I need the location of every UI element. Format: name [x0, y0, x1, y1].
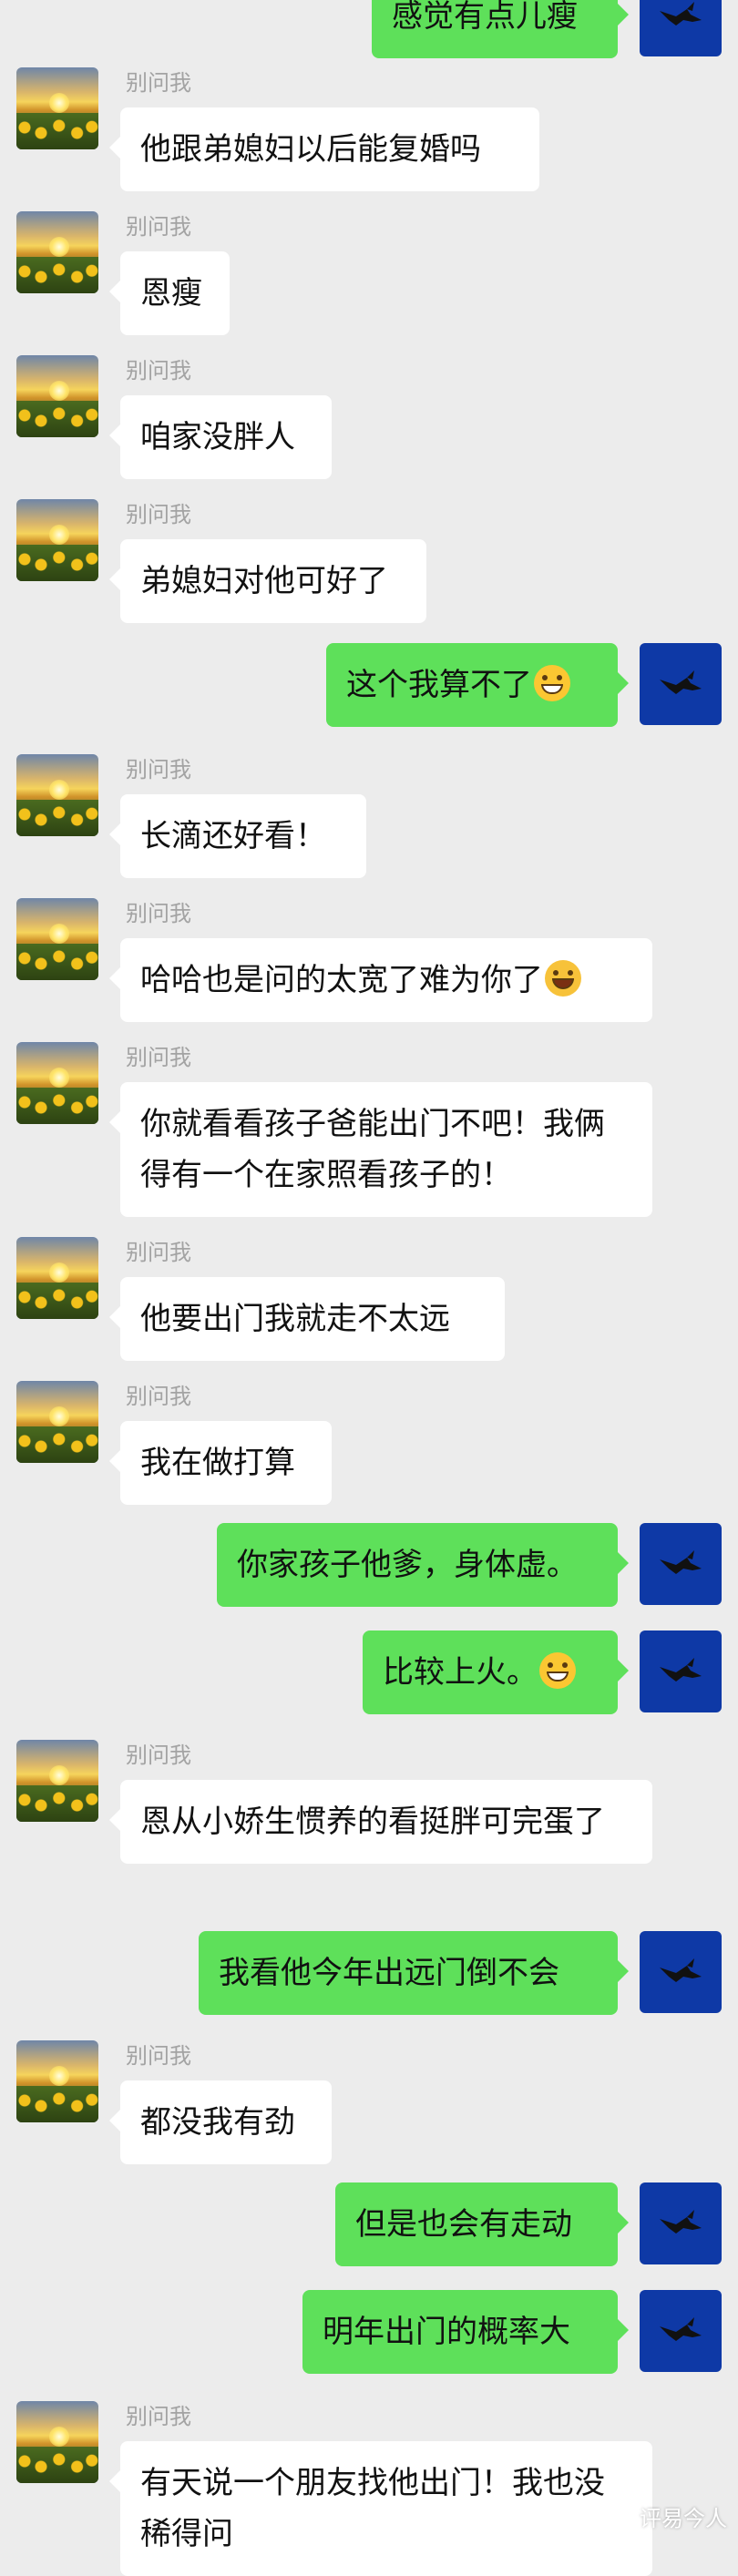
message-text: 我在做打算 [140, 1445, 295, 1481]
message-text: 都没我有劲 [140, 2104, 295, 2141]
incoming-message-bubble[interactable]: 你就看看孩子爸能出门不吧！我俩得有一个在家照看孩子的！ [109, 1082, 652, 1217]
incoming-message-bubble[interactable]: 都没我有劲 [109, 2080, 332, 2164]
sender-name: 别问我 [126, 358, 191, 383]
incoming-message-bubble[interactable]: 他要出门我就走不太远 [109, 1277, 505, 1361]
sunflower-avatar[interactable] [16, 211, 98, 293]
sunflower-avatar[interactable] [16, 499, 98, 581]
sender-name: 别问我 [126, 214, 191, 240]
outgoing-message-bubble[interactable]: 比较上火。 [363, 1630, 629, 1714]
incoming-message-bubble[interactable]: 咱家没胖人 [109, 395, 332, 479]
sunflower-avatar[interactable] [16, 898, 98, 980]
bird-avatar[interactable] [640, 1630, 722, 1712]
message-text: 他要出门我就走不太远 [140, 1301, 450, 1337]
incoming-message-bubble[interactable]: 有天说一个朋友找他出门！我也没稀得问 [109, 2441, 652, 2576]
incoming-message-bubble[interactable]: 恩从小娇生惯养的看挺胖可完蛋了 [109, 1780, 652, 1864]
message-text: 咱家没胖人 [140, 419, 295, 455]
sender-name: 别问我 [126, 502, 191, 527]
chat-area[interactable]: 感觉有点儿瘦 别问我 他跟弟媳妇以后能复婚吗 别问我 恩瘦 别问我 咱家没胖人 别问我 弟媳妇对… [0, 0, 738, 2576]
message-text: 你就看看孩子爸能出门不吧！我俩得有一个在家照看孩子的！ [140, 1106, 605, 1193]
outgoing-message-bubble[interactable]: 感觉有点儿瘦 [372, 0, 629, 58]
message-text: 有天说一个朋友找他出门！我也没稀得问 [140, 2465, 605, 2552]
grin-emoji [534, 665, 570, 701]
message-text: 明年出门的概率大 [323, 2314, 570, 2350]
wechat-icon [609, 2510, 634, 2529]
sender-name: 别问我 [126, 70, 191, 96]
laugh-cry-emoji [545, 960, 581, 997]
message-text: 恩瘦 [140, 275, 202, 312]
message-text: 比较上火。 [383, 1654, 538, 1691]
sender-name: 别问我 [126, 757, 191, 782]
incoming-message-bubble[interactable]: 长滴还好看！ [109, 794, 366, 878]
sunflower-avatar[interactable] [16, 355, 98, 437]
bird-avatar[interactable] [640, 0, 722, 56]
message-text: 他跟弟媳妇以后能复婚吗 [140, 131, 481, 168]
bird-avatar[interactable] [640, 643, 722, 725]
sunflower-avatar[interactable] [16, 1237, 98, 1319]
sunflower-avatar[interactable] [16, 1740, 98, 1822]
sender-name: 别问我 [126, 2404, 191, 2429]
bird-avatar[interactable] [640, 2182, 722, 2264]
bird-avatar[interactable] [640, 1931, 722, 2013]
outgoing-message-bubble[interactable]: 你家孩子他爹，身体虚。 [217, 1523, 629, 1607]
message-text: 我看他今年出远门倒不会 [219, 1955, 559, 1991]
sunflower-avatar[interactable] [16, 1042, 98, 1124]
outgoing-message-bubble[interactable]: 我看他今年出远门倒不会 [199, 1931, 629, 2015]
watermark-text: 评易今人 [640, 2506, 727, 2531]
sender-name: 别问我 [126, 2043, 191, 2069]
outgoing-message-bubble[interactable]: 明年出门的概率大 [302, 2290, 629, 2374]
sunflower-avatar[interactable] [16, 1381, 98, 1463]
sender-name: 别问我 [126, 901, 191, 926]
grin-emoji [539, 1652, 576, 1689]
message-text: 恩从小娇生惯养的看挺胖可完蛋了 [140, 1804, 605, 1840]
sunflower-avatar[interactable] [16, 754, 98, 836]
message-text: 哈哈也是问的太宽了难为你了 [140, 962, 543, 998]
sender-name: 别问我 [126, 1384, 191, 1409]
message-text: 感觉有点儿瘦 [392, 0, 578, 35]
incoming-message-bubble[interactable]: 弟媳妇对他可好了 [109, 539, 426, 623]
sunflower-avatar[interactable] [16, 2040, 98, 2122]
sender-name: 别问我 [126, 1743, 191, 1768]
outgoing-message-bubble[interactable]: 但是也会有走动 [335, 2182, 629, 2266]
message-text: 你家孩子他爹，身体虚。 [237, 1547, 578, 1583]
sunflower-avatar[interactable] [16, 2401, 98, 2483]
incoming-message-bubble[interactable]: 哈哈也是问的太宽了难为你了 [109, 938, 652, 1022]
sender-name: 别问我 [126, 1240, 191, 1265]
bird-avatar[interactable] [640, 2290, 722, 2372]
bird-avatar[interactable] [640, 1523, 722, 1605]
incoming-message-bubble[interactable]: 他跟弟媳妇以后能复婚吗 [109, 107, 539, 191]
watermark: 评易今人 [609, 2500, 727, 2532]
incoming-message-bubble[interactable]: 恩瘦 [109, 251, 230, 335]
message-text: 这个我算不了 [346, 667, 532, 703]
incoming-message-bubble[interactable]: 我在做打算 [109, 1421, 332, 1505]
message-text: 但是也会有走动 [355, 2206, 572, 2243]
outgoing-message-bubble[interactable]: 这个我算不了 [326, 643, 629, 727]
sunflower-avatar[interactable] [16, 67, 98, 149]
sender-name: 别问我 [126, 1045, 191, 1070]
message-text: 长滴还好看！ [140, 818, 326, 854]
message-text: 弟媳妇对他可好了 [140, 563, 388, 599]
